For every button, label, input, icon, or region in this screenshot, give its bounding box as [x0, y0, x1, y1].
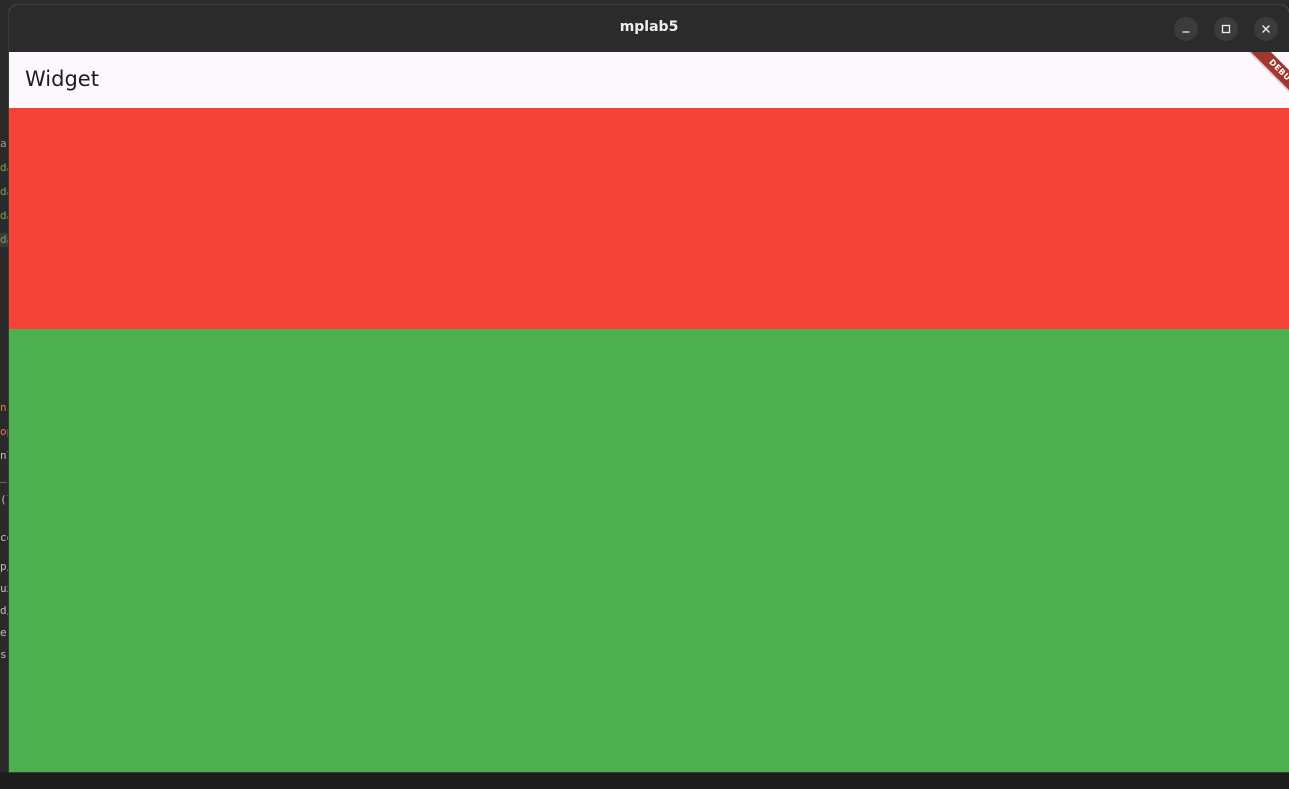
green-container	[9, 329, 1289, 772]
editor-line: da	[0, 209, 9, 222]
minimize-button[interactable]	[1174, 17, 1198, 41]
app-bar-title: Widget	[25, 67, 99, 91]
editor-line: nl	[0, 449, 9, 462]
maximize-button[interactable]	[1214, 17, 1238, 41]
background-editor-sliver: a da da da da n op nl _ (l co p/ ux d/ e…	[0, 0, 9, 789]
editor-line: _	[0, 470, 7, 483]
close-button[interactable]	[1254, 17, 1278, 41]
editor-line: a	[0, 137, 7, 150]
app-bar: Widget	[9, 52, 1289, 108]
maximize-icon	[1221, 24, 1231, 34]
editor-line-highlighted: da	[0, 233, 9, 247]
editor-line: n	[0, 401, 7, 414]
editor-line: s	[0, 648, 7, 661]
editor-line: da	[0, 185, 9, 198]
minimize-icon	[1181, 24, 1191, 34]
close-icon	[1261, 24, 1271, 34]
editor-line: co	[0, 531, 9, 544]
editor-line: ux	[0, 582, 9, 595]
editor-line: e	[0, 626, 7, 639]
editor-line: d/	[0, 604, 9, 617]
red-container	[9, 108, 1289, 329]
editor-line: (l	[0, 493, 9, 506]
window-title: mplab5	[619, 19, 679, 35]
window-titlebar[interactable]: mplab5	[9, 5, 1289, 52]
background-bottom-strip	[0, 772, 1289, 789]
editor-line: da	[0, 161, 9, 174]
editor-line: op	[0, 425, 9, 438]
app-window: mplab5 Widget DEBUG	[9, 5, 1289, 772]
editor-line: p/	[0, 560, 9, 573]
